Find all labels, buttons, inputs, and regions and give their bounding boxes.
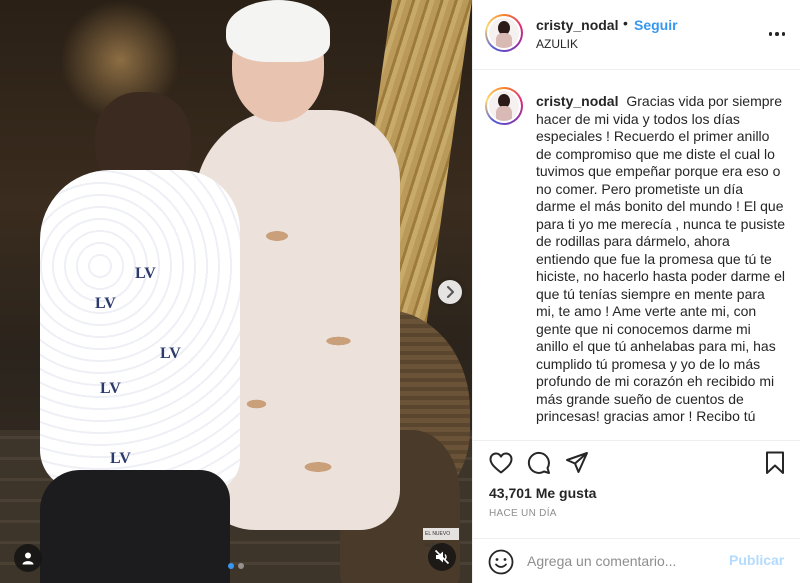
carousel-next-button[interactable] [438, 280, 462, 304]
separator-bullet: • [623, 15, 628, 31]
like-button[interactable] [487, 449, 515, 477]
smiley-icon [488, 549, 514, 575]
avatar[interactable] [485, 14, 523, 52]
comments-section[interactable]: cristy_nodal Gracias vida por siempre ha… [473, 71, 800, 440]
man-figure: LV LV LV LV LV [40, 170, 240, 490]
post-caption: cristy_nodal Gracias vida por siempre ha… [536, 93, 786, 426]
follow-button[interactable]: Seguir [634, 17, 678, 33]
caption-username-link[interactable]: cristy_nodal [536, 93, 618, 109]
location-link[interactable]: AZULIK [536, 37, 578, 51]
watermark: EL NUEVO HERALD [423, 528, 459, 549]
emoji-button[interactable] [488, 549, 514, 580]
carousel-dot-active [228, 563, 234, 569]
man-pants [40, 470, 230, 583]
tagged-users-button[interactable] [14, 544, 42, 572]
avatar-image [489, 91, 519, 121]
heart-icon [489, 452, 513, 474]
header-username-link[interactable]: cristy_nodal [536, 17, 618, 33]
avatar-image [489, 18, 519, 48]
save-button[interactable] [761, 449, 789, 477]
comment-button[interactable] [525, 449, 553, 477]
share-button[interactable] [563, 449, 591, 477]
comment-icon [527, 451, 550, 474]
post-actions: 43,701 Me gusta HACE UN DÍA Publicar [473, 440, 800, 583]
add-comment-bar: Publicar [473, 538, 800, 583]
comment-input[interactable] [527, 551, 727, 571]
carousel-dot [238, 563, 244, 569]
mute-toggle-button[interactable] [428, 543, 456, 571]
carousel-indicator [228, 563, 244, 569]
more-options-button[interactable] [765, 22, 789, 46]
speaker-muted-icon [434, 549, 450, 565]
post-media[interactable]: LV LV LV LV LV EL NUEVO HERALD [0, 0, 472, 583]
bookmark-icon [766, 451, 784, 474]
like-count[interactable]: 43,701 Me gusta [489, 485, 596, 501]
post-details-panel: cristy_nodal • Seguir AZULIK cristy_noda… [472, 0, 800, 583]
chevron-right-icon [447, 286, 454, 298]
more-options-icon [768, 32, 773, 36]
user-tag-icon [22, 552, 34, 565]
caption-avatar[interactable] [485, 87, 523, 125]
caption-text: Gracias vida por siempre hacer de mi vid… [536, 93, 786, 424]
woman-hair [226, 0, 330, 62]
publish-button[interactable]: Publicar [729, 552, 784, 568]
paper-plane-icon [566, 452, 588, 473]
post-timestamp[interactable]: HACE UN DÍA [489, 508, 557, 519]
post-header: cristy_nodal • Seguir AZULIK [473, 0, 800, 70]
